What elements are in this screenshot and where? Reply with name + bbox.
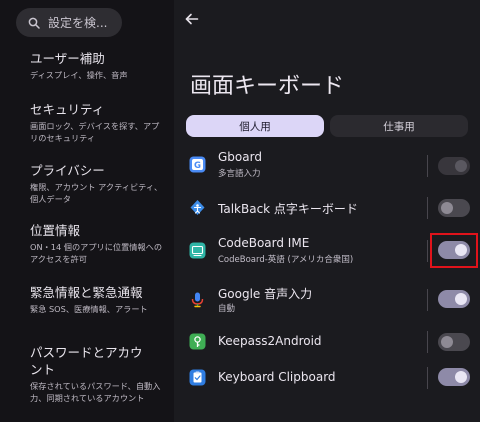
keyboard-subtitle: 自動	[218, 304, 236, 314]
keyboard-name: Google 音声入力	[218, 287, 313, 301]
row-divider	[427, 367, 428, 389]
keyboard-clipboard-toggle[interactable]	[438, 368, 470, 386]
tab-work[interactable]: 仕事用	[330, 115, 468, 137]
keyboard-name: Gboard	[218, 150, 262, 164]
back-arrow-icon[interactable]	[184, 11, 200, 27]
row-divider	[427, 155, 428, 177]
keyboard-item-keyboard-clipboard[interactable]: Keyboard Clipboard	[174, 361, 480, 395]
category-title: 位置情報	[30, 223, 81, 238]
category-privacy[interactable]: プライバシー 権限、アカウント アクティビティ、個人データ	[30, 162, 166, 205]
keyboard-subtitle: CodeBoard-英語 (アメリカ合衆国)	[218, 255, 354, 265]
gboard-icon: G	[189, 156, 206, 173]
category-passwords-accounts[interactable]: パスワードとアカウント 保存されているパスワード、自動入力、同期されているアカウ…	[30, 344, 166, 404]
codeboard-icon	[189, 242, 206, 259]
category-subtitle: ディスプレイ、操作、音声	[30, 70, 128, 80]
toggle-knob	[455, 371, 467, 383]
keyboard-item-gboard[interactable]: G Gboard 多言語入力	[174, 149, 480, 183]
row-divider	[427, 289, 428, 311]
search-placeholder: 設定を検...	[48, 16, 108, 30]
keyboard-name: TalkBack 点字キーボード	[218, 202, 358, 216]
keyboard-name: CodeBoard IME	[218, 236, 310, 250]
keyboard-settings-pane: 画面キーボード 個人用 仕事用 G Gboard 多言語入力 TalkBack …	[174, 0, 480, 422]
category-subtitle: 保存されているパスワード、自動入力、同期されているアカウント	[30, 381, 161, 403]
keyboard-name: Keepass2Android	[218, 334, 322, 348]
keyboard-item-talkback-braille[interactable]: TalkBack 点字キーボード	[174, 191, 480, 225]
category-title: ユーザー補助	[30, 51, 105, 66]
keepass-toggle[interactable]	[438, 333, 470, 351]
settings-sidebar: 設定を検... ユーザー補助 ディスプレイ、操作、音声 セキュリティ 画面ロック…	[0, 0, 174, 422]
search-bar[interactable]: 設定を検...	[16, 8, 122, 37]
category-emergency[interactable]: 緊急情報と緊急通報 緊急 SOS、医療情報、アラート	[30, 284, 166, 315]
toggle-knob	[455, 160, 467, 172]
highlight-box	[430, 233, 478, 268]
row-divider	[427, 197, 428, 219]
svg-text:G: G	[194, 161, 201, 171]
keyboard-clipboard-icon	[189, 369, 206, 386]
row-divider	[427, 331, 428, 353]
google-voice-toggle[interactable]	[438, 290, 470, 308]
tab-personal[interactable]: 個人用	[186, 115, 324, 137]
category-subtitle: 緊急 SOS、医療情報、アラート	[30, 304, 148, 314]
category-subtitle: 画面ロック、デバイスを探す、アプリのセキュリティ	[30, 121, 160, 143]
talkback-braille-icon	[189, 199, 206, 216]
category-title: プライバシー	[30, 163, 105, 178]
category-location[interactable]: 位置情報 ON・14 個のアプリに位置情報へのアクセスを許可	[30, 222, 166, 265]
talkback-braille-toggle[interactable]	[438, 199, 470, 217]
category-title: 緊急情報と緊急通報	[30, 285, 143, 300]
category-title: セキュリティ	[30, 102, 105, 117]
category-title: パスワードとアカウント	[30, 345, 143, 377]
keyboard-subtitle: 多言語入力	[218, 169, 261, 179]
page-title: 画面キーボード	[190, 74, 345, 99]
category-accessibility[interactable]: ユーザー補助 ディスプレイ、操作、音声	[30, 50, 166, 81]
category-subtitle: 権限、アカウント アクティビティ、個人データ	[30, 182, 163, 204]
keyboard-name: Keyboard Clipboard	[218, 370, 336, 384]
toggle-knob	[441, 202, 453, 214]
profile-tabs: 個人用 仕事用	[186, 115, 468, 137]
category-subtitle: ON・14 個のアプリに位置情報へのアクセスを許可	[30, 242, 163, 264]
search-icon	[28, 17, 40, 29]
keyboard-item-google-voice[interactable]: Google 音声入力 自動	[174, 283, 480, 317]
google-voice-icon	[189, 291, 206, 308]
toggle-knob	[441, 336, 453, 348]
keyboard-item-keepass[interactable]: Keepass2Android	[174, 325, 480, 359]
toggle-knob	[455, 293, 467, 305]
gboard-toggle[interactable]	[438, 157, 470, 175]
category-security[interactable]: セキュリティ 画面ロック、デバイスを探す、アプリのセキュリティ	[30, 101, 166, 144]
row-divider	[427, 240, 428, 262]
keepass-icon	[189, 333, 206, 350]
